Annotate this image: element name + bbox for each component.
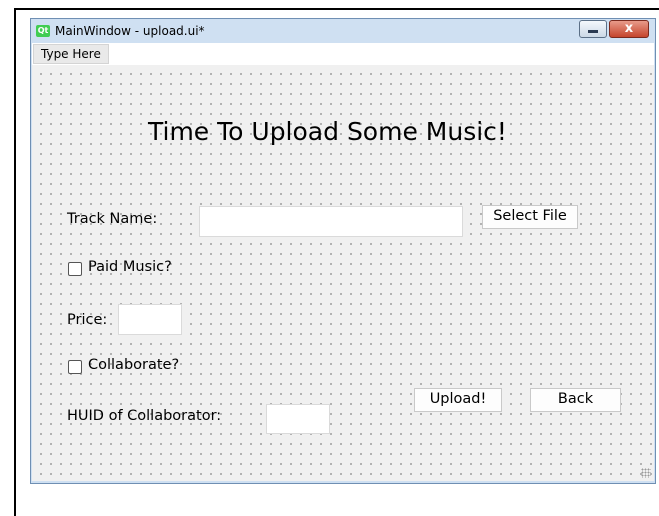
collaborate-checkbox[interactable]	[68, 360, 82, 374]
qt-logo-icon: Qt	[36, 25, 50, 37]
paid-music-checkbox[interactable]	[68, 262, 82, 276]
track-name-input[interactable]	[199, 206, 463, 237]
huid-label: HUID of Collaborator:	[67, 408, 222, 424]
price-input[interactable]	[118, 304, 182, 335]
menu-item-type-here[interactable]: Type Here	[33, 44, 109, 64]
close-button[interactable]: x	[609, 20, 649, 38]
page-title: Time To Upload Some Music!	[148, 117, 507, 146]
main-window: Qt MainWindow - upload.ui* x Type Here T…	[30, 18, 656, 484]
form-canvas: Time To Upload Some Music! Track Name: S…	[32, 65, 654, 481]
select-file-button[interactable]: Select File	[482, 205, 578, 229]
collaborate-label: Collaborate?	[88, 357, 180, 373]
close-icon: x	[624, 21, 634, 36]
track-name-label: Track Name:	[67, 211, 158, 227]
back-button[interactable]: Back	[530, 388, 621, 412]
minimize-button[interactable]	[579, 20, 607, 38]
menu-bar: Type Here	[32, 43, 654, 65]
price-label: Price:	[67, 312, 108, 328]
upload-button[interactable]: Upload!	[414, 388, 502, 412]
resize-grip-icon[interactable]	[641, 468, 651, 478]
minimize-icon	[588, 30, 598, 33]
paid-music-label: Paid Music?	[88, 259, 172, 275]
title-bar[interactable]: Qt MainWindow - upload.ui* x	[31, 19, 655, 43]
window-title: MainWindow - upload.ui*	[55, 24, 205, 38]
huid-input[interactable]	[266, 404, 330, 434]
